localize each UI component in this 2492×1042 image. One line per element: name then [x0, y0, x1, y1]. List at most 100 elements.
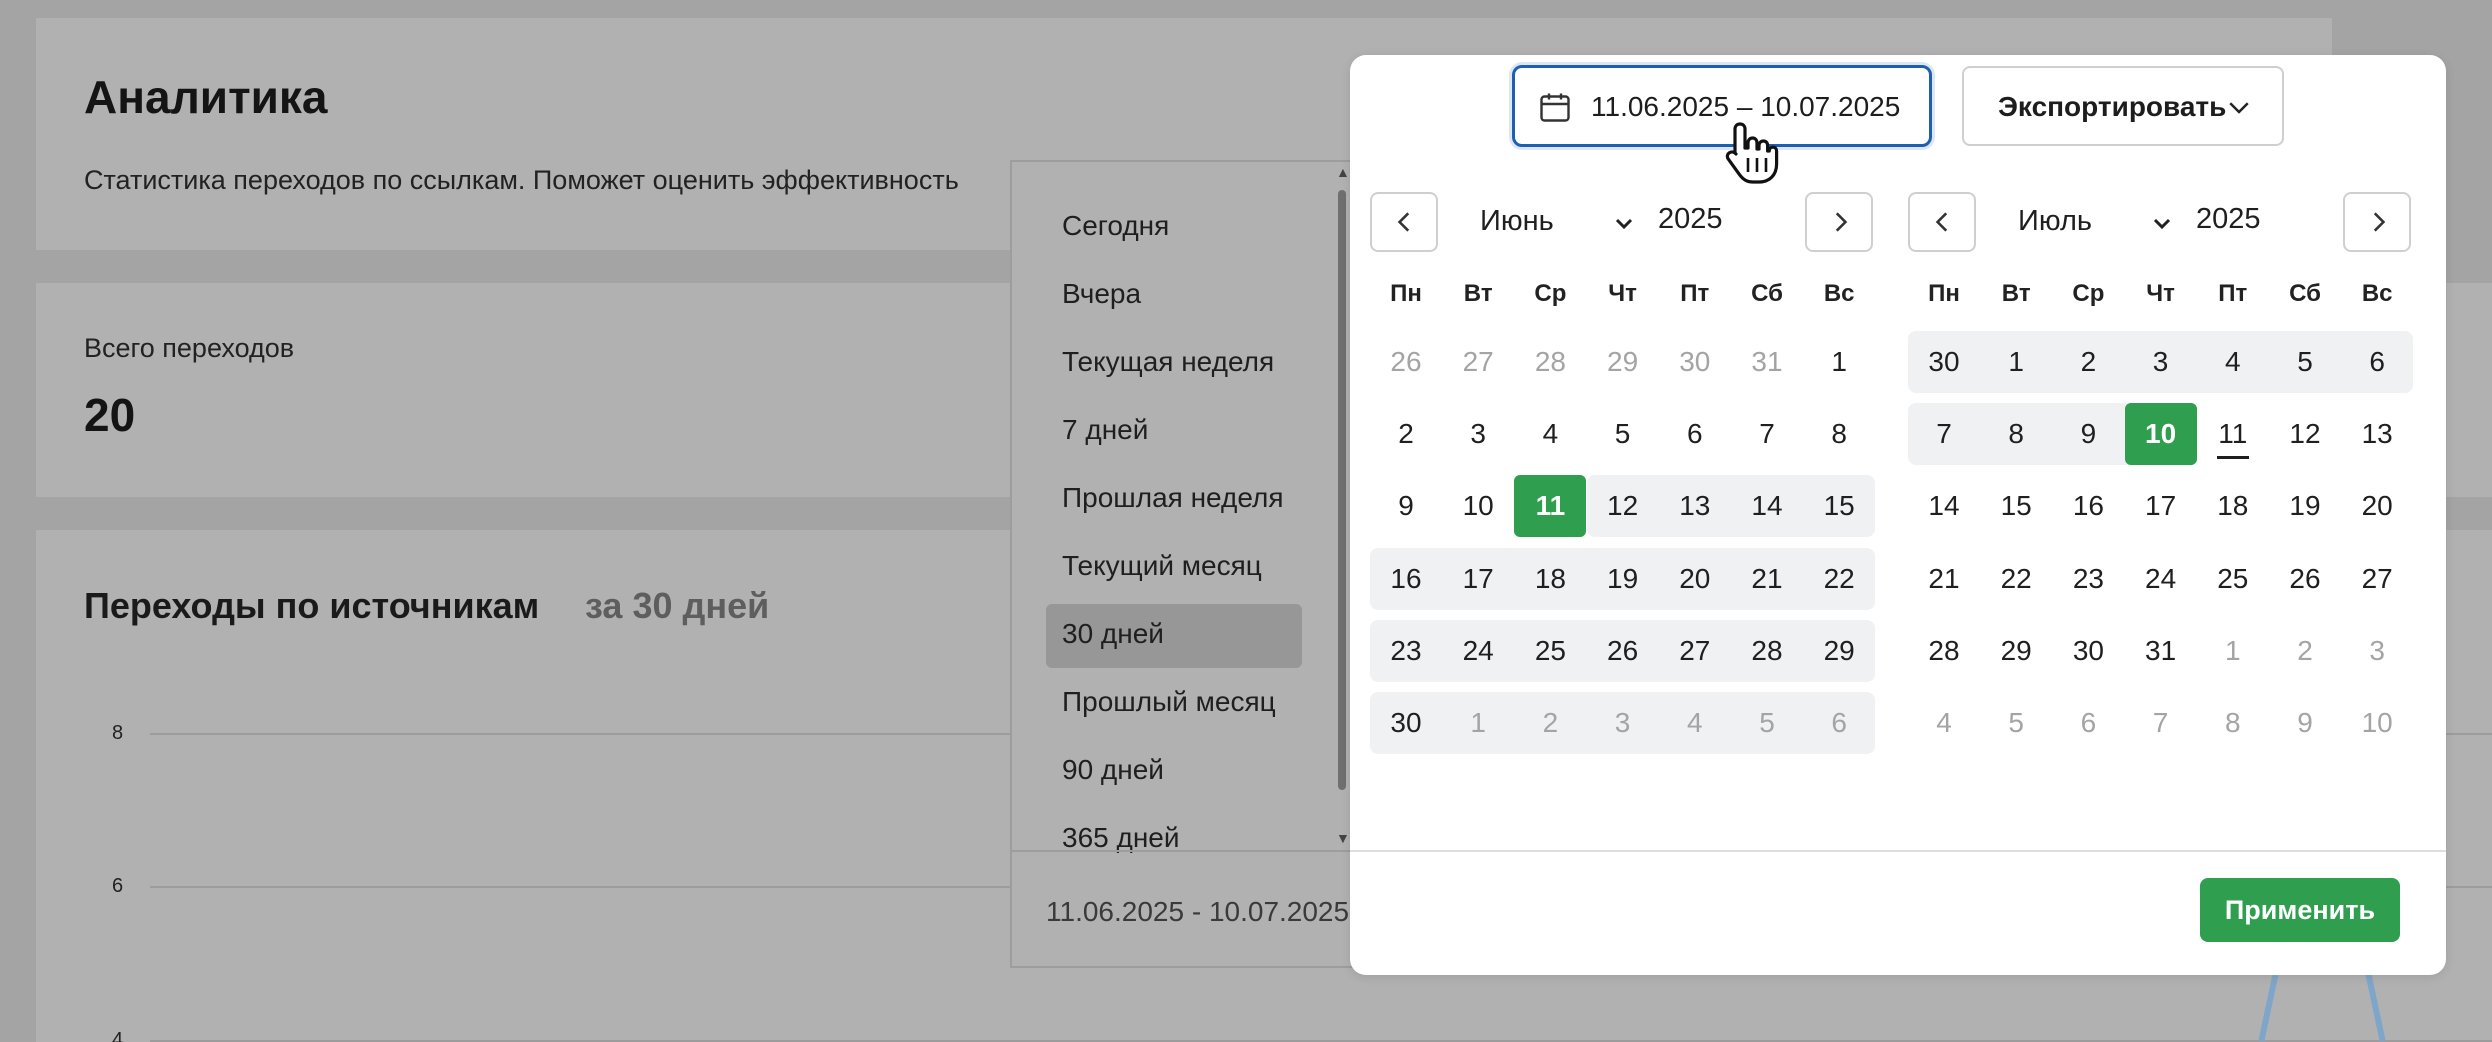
calendar-day[interactable]: 21 [1731, 548, 1803, 610]
calendar-day[interactable]: 13 [2341, 403, 2413, 465]
calendar-day[interactable]: 26 [1370, 331, 1442, 393]
preset-today[interactable]: Сегодня [1062, 210, 1169, 242]
calendar-day[interactable]: 30 [1659, 331, 1731, 393]
calendar-day[interactable]: 9 [1370, 475, 1442, 537]
scroll-up-icon[interactable]: ▲ [1336, 164, 1350, 180]
preset-current-week[interactable]: Текущая неделя [1062, 346, 1274, 378]
calendar-day[interactable]: 30 [1370, 692, 1442, 754]
calendar-day[interactable]: 18 [2197, 475, 2269, 537]
calendar-day[interactable]: 21 [1908, 548, 1980, 610]
calendar-day[interactable]: 6 [2341, 331, 2413, 393]
calendar-day[interactable]: 30 [2052, 620, 2124, 682]
calendar-day[interactable]: 4 [1908, 692, 1980, 754]
calendar-day[interactable]: 27 [1442, 331, 1514, 393]
calendar-day[interactable]: 29 [1803, 620, 1875, 682]
calendar-day[interactable]: 29 [1587, 331, 1659, 393]
calendar-day[interactable]: 23 [2052, 548, 2124, 610]
year-select[interactable]: 2025 [1658, 203, 1723, 236]
calendar-day[interactable]: 22 [1980, 548, 2052, 610]
calendar-day[interactable]: 1 [1442, 692, 1514, 754]
calendar-day[interactable]: 1 [1980, 331, 2052, 393]
calendar-day[interactable]: 15 [1980, 475, 2052, 537]
calendar-day[interactable]: 10 [2341, 692, 2413, 754]
calendar-day[interactable]: 17 [2125, 475, 2197, 537]
calendar-day[interactable]: 6 [1803, 692, 1875, 754]
calendar-day[interactable]: 5 [2269, 331, 2341, 393]
calendar-day[interactable]: 5 [1587, 403, 1659, 465]
calendar-day[interactable]: 20 [1659, 548, 1731, 610]
calendar-day[interactable]: 3 [2125, 331, 2197, 393]
calendar-day[interactable]: 4 [2197, 331, 2269, 393]
calendar-day[interactable]: 10 [1442, 475, 1514, 537]
calendar-day[interactable]: 2 [2269, 620, 2341, 682]
calendar-day[interactable]: 26 [1587, 620, 1659, 682]
calendar-day[interactable]: 31 [2125, 620, 2197, 682]
calendar-day[interactable]: 9 [2052, 403, 2124, 465]
next-month-button-2[interactable] [2343, 192, 2411, 252]
calendar-day[interactable]: 8 [1803, 403, 1875, 465]
calendar-day[interactable]: 27 [2341, 548, 2413, 610]
calendar-day[interactable]: 2 [1514, 692, 1586, 754]
calendar-day[interactable]: 6 [1659, 403, 1731, 465]
range-start-day[interactable]: 11 [1514, 475, 1587, 538]
prev-month-button[interactable] [1370, 192, 1438, 252]
calendar-day[interactable]: 23 [1370, 620, 1442, 682]
calendar-day[interactable]: 14 [1731, 475, 1803, 537]
calendar-day[interactable]: 4 [1514, 403, 1586, 465]
calendar-day[interactable]: 28 [1731, 620, 1803, 682]
calendar-day[interactable]: 31 [1731, 331, 1803, 393]
calendar-day[interactable]: 16 [2052, 475, 2124, 537]
calendar-day[interactable]: 7 [1908, 403, 1980, 465]
next-month-button[interactable] [1805, 192, 1873, 252]
preset-30-days[interactable]: 30 дней [1062, 618, 1164, 650]
calendar-day[interactable]: 12 [2269, 403, 2341, 465]
prev-month-button-2[interactable] [1908, 192, 1976, 252]
calendar-day[interactable]: 8 [1980, 403, 2052, 465]
calendar-day[interactable]: 16 [1370, 548, 1442, 610]
preset-last-week[interactable]: Прошлая неделя [1062, 482, 1283, 514]
calendar-day[interactable]: 29 [1980, 620, 2052, 682]
scroll-down-icon[interactable]: ▼ [1336, 830, 1350, 846]
calendar-day[interactable]: 25 [2197, 548, 2269, 610]
range-end-day[interactable]: 10 [2124, 403, 2197, 466]
calendar-day[interactable]: 19 [2269, 475, 2341, 537]
preset-90-days[interactable]: 90 дней [1062, 754, 1164, 786]
calendar-day[interactable]: 5 [1980, 692, 2052, 754]
preset-current-month[interactable]: Текущий месяц [1062, 550, 1262, 582]
calendar-day[interactable]: 3 [1587, 692, 1659, 754]
calendar-day[interactable]: 25 [1514, 620, 1586, 682]
today-day[interactable]: 11 [2197, 403, 2269, 465]
preset-7-days[interactable]: 7 дней [1062, 414, 1148, 446]
calendar-day[interactable]: 1 [1803, 331, 1875, 393]
presets-scrollbar[interactable] [1338, 190, 1346, 790]
calendar-day[interactable]: 13 [1659, 475, 1731, 537]
calendar-day[interactable]: 3 [1442, 403, 1514, 465]
calendar-day[interactable]: 14 [1908, 475, 1980, 537]
chevron-down-icon[interactable] [1612, 212, 1636, 236]
calendar-day[interactable]: 24 [2125, 548, 2197, 610]
chevron-down-icon[interactable] [2150, 212, 2174, 236]
calendar-day[interactable]: 4 [1659, 692, 1731, 754]
year-select[interactable]: 2025 [2196, 203, 2261, 236]
calendar-day[interactable]: 15 [1803, 475, 1875, 537]
calendar-day[interactable]: 1 [2197, 620, 2269, 682]
calendar-day[interactable]: 12 [1587, 475, 1659, 537]
calendar-day[interactable]: 19 [1587, 548, 1659, 610]
calendar-day[interactable]: 3 [2341, 620, 2413, 682]
calendar-day[interactable]: 5 [1731, 692, 1803, 754]
calendar-day[interactable]: 18 [1514, 548, 1586, 610]
calendar-day[interactable]: 28 [1514, 331, 1586, 393]
calendar-day[interactable]: 7 [1731, 403, 1803, 465]
calendar-day[interactable]: 27 [1659, 620, 1731, 682]
calendar-day[interactable]: 2 [2052, 331, 2124, 393]
preset-last-month[interactable]: Прошлый месяц [1062, 686, 1276, 718]
calendar-day[interactable]: 2 [1370, 403, 1442, 465]
calendar-day[interactable]: 24 [1442, 620, 1514, 682]
preset-yesterday[interactable]: Вчера [1062, 278, 1141, 310]
calendar-day[interactable]: 28 [1908, 620, 1980, 682]
calendar-day[interactable]: 17 [1442, 548, 1514, 610]
calendar-day[interactable]: 30 [1908, 331, 1980, 393]
apply-button[interactable]: Применить [2200, 878, 2400, 942]
calendar-day[interactable]: 8 [2197, 692, 2269, 754]
month-select[interactable]: Июль [2018, 205, 2092, 238]
